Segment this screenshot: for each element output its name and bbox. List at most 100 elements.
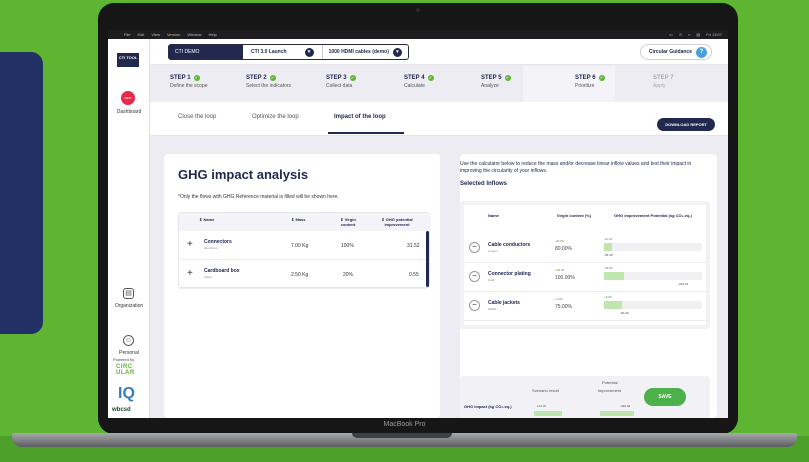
ghg-delta: -10.01 — [604, 237, 613, 241]
step-5[interactable]: STEP 5 ✓ Analyze — [481, 75, 511, 89]
ghg-bar-fill — [604, 272, 624, 280]
calculator-panel: Use the calculator below to reduce the m… — [460, 154, 717, 418]
help-icon[interactable]: ? — [696, 46, 707, 58]
step-6[interactable]: STEP 6 ✓ Prioritize — [575, 75, 605, 89]
remove-icon[interactable]: − — [469, 242, 480, 253]
top-selector-bar: CTI DEMO CTI 3.0 Launch ▾ 1000 HDMI cabl… — [150, 39, 728, 65]
expand-icon[interactable]: + — [187, 239, 193, 250]
inflow-name: Cable jackets — [488, 300, 520, 306]
chevron-down-icon[interactable]: ▾ — [304, 47, 314, 57]
cti-logo[interactable]: CTI TOOL — [117, 53, 139, 67]
sidebar-item-personal[interactable]: Personal — [108, 350, 150, 356]
row-virgin: 100% — [341, 243, 354, 249]
dashboard-icon[interactable]: NEW — [121, 91, 135, 105]
virgin-content-input[interactable]: 100.00% — [555, 275, 575, 281]
table-row[interactable]: + Connectors Aluminum 7.00 Kg 100% 31.52 — [179, 231, 427, 260]
battery-icon[interactable]: ▭ — [669, 32, 673, 37]
save-button[interactable]: SAVE — [644, 388, 686, 406]
clock[interactable]: Fri 13:07 — [706, 32, 722, 37]
wifi-icon[interactable]: ⊙ — [679, 32, 682, 37]
menu-version[interactable]: Version — [167, 32, 180, 37]
column-header-virgin[interactable]: ⇕ Virgin content — [333, 217, 363, 227]
download-report-button[interactable]: DOWNLOAD REPORT — [657, 118, 715, 131]
ghg-note: *Only the flows with GHG Reference mater… — [178, 194, 339, 200]
step-subtitle: Apply — [653, 83, 666, 89]
launch-name: CTI 3.0 Launch — [251, 49, 287, 55]
ghg-delta: +5.00 — [604, 295, 612, 299]
search-icon[interactable]: ⌕ — [688, 32, 690, 37]
menu-edit[interactable]: Edit — [137, 32, 144, 37]
laptop-base — [12, 433, 797, 447]
column-header-name[interactable]: ⇕ Name — [199, 217, 214, 222]
tab-close-the-loop[interactable]: Close the loop — [178, 114, 216, 120]
project-name[interactable]: CTI DEMO — [169, 45, 243, 59]
column-header-mass[interactable]: ⇕ Mass — [291, 217, 305, 222]
step-2[interactable]: STEP 2 ✓ Select the indicators — [246, 75, 291, 89]
potential-improvement-bar — [600, 411, 634, 416]
column-header-name: Name — [488, 213, 499, 218]
scenario-result-bar — [534, 411, 562, 416]
virgin-content-input[interactable]: 80.00% — [555, 246, 572, 252]
check-icon: ✓ — [193, 75, 200, 81]
column-header-ghg[interactable]: ⇕ GHG potential improvement — [369, 217, 425, 227]
menu-window[interactable]: Window — [187, 32, 201, 37]
launch-selector[interactable]: CTI 3.0 Launch ▾ — [243, 47, 322, 57]
improvement-label: improvement — [598, 388, 622, 393]
laptop-lid: File Edit View Version Window Help ▭ ⊙ ⌕… — [98, 3, 738, 434]
table-scrollbar[interactable] — [426, 231, 429, 287]
chevron-down-icon[interactable]: ▾ — [392, 47, 402, 57]
row-material: Paper — [204, 275, 213, 279]
remove-icon[interactable]: − — [469, 271, 480, 282]
tab-impact-of-the-loop[interactable]: Impact of the loop — [334, 114, 386, 120]
scenario-result-value: -129.00 — [536, 404, 547, 408]
step-title: STEP 6 — [575, 75, 596, 81]
ghg-value: -233.24 — [678, 282, 689, 286]
virgin-delta: +00.00 — [555, 268, 565, 272]
circular-guidance-button[interactable]: Circular Guidance ? — [639, 44, 712, 60]
iq-logo: IQ — [118, 385, 135, 402]
check-icon: ✓ — [269, 75, 276, 81]
check-icon: ✓ — [349, 75, 356, 81]
tab-optimize-the-loop[interactable]: Optimize the loop — [252, 114, 299, 120]
step-4[interactable]: STEP 4 ✓ Calculate — [404, 75, 434, 89]
sidebar-item-dashboard[interactable]: Dashboard — [108, 109, 150, 115]
row-mass: 2.50 Kg — [291, 272, 309, 278]
virgin-content-input[interactable]: 75.00% — [555, 304, 572, 310]
selected-inflows-title: Selected Inflows — [460, 181, 508, 187]
personal-icon[interactable]: ☺ — [123, 335, 134, 346]
inflow-row: − Connector plating Gold +00.00 100.00% … — [464, 264, 706, 292]
powered-by-label: Powered by — [113, 357, 135, 362]
row-name: Cardboard box — [204, 268, 240, 274]
menu-file[interactable]: File — [124, 32, 130, 37]
product-selector[interactable]: 1000 HDMI cables (demo) ▾ — [321, 45, 408, 59]
column-header-virgin: Virgin content (%) — [556, 213, 592, 218]
check-icon: ✓ — [427, 75, 434, 81]
inflow-material: HDPE — [488, 307, 497, 311]
camera — [416, 8, 420, 12]
step-7[interactable]: STEP 7 Apply — [653, 75, 674, 89]
step-subtitle: Calculate — [404, 83, 425, 89]
organization-icon[interactable]: ▤ — [123, 288, 134, 299]
control-center-icon[interactable]: ▤ — [696, 32, 700, 37]
menu-view[interactable]: View — [151, 32, 160, 37]
remove-icon[interactable]: − — [469, 300, 480, 311]
project-selector[interactable]: CTI DEMO CTI 3.0 Launch ▾ 1000 HDMI cabl… — [168, 44, 409, 60]
row-mass: 7.00 Kg — [291, 243, 309, 249]
device-label: MacBook Pro — [383, 421, 426, 428]
menu-help[interactable]: Help — [209, 32, 217, 37]
ghg-table: ⇕ Name ⇕ Mass ⇕ Virgin content ⇕ GHG pot… — [178, 212, 431, 289]
ghg-impact-panel: GHG impact analysis *Only the flows with… — [164, 154, 440, 418]
circular-guidance-label: Circular Guidance — [648, 49, 692, 55]
check-icon: ✓ — [598, 75, 605, 81]
check-icon: ✓ — [504, 75, 511, 81]
step-title: STEP 3 — [326, 75, 347, 81]
virgin-delta: +0.00 — [555, 297, 563, 301]
virgin-delta: -20.00 — [555, 239, 564, 243]
expand-icon[interactable]: + — [187, 268, 193, 279]
step-3[interactable]: STEP 3 ✓ Collect data — [326, 75, 356, 89]
sidebar-item-organization[interactable]: Organization — [108, 303, 150, 309]
table-row[interactable]: + Cardboard box Paper 2.50 Kg 20% 0.55 — [179, 260, 427, 289]
wbcsd-logo: wbcsd — [112, 407, 131, 413]
step-1[interactable]: STEP 1 ✓ Define the scope — [170, 75, 208, 89]
laptop-notch — [352, 433, 452, 438]
